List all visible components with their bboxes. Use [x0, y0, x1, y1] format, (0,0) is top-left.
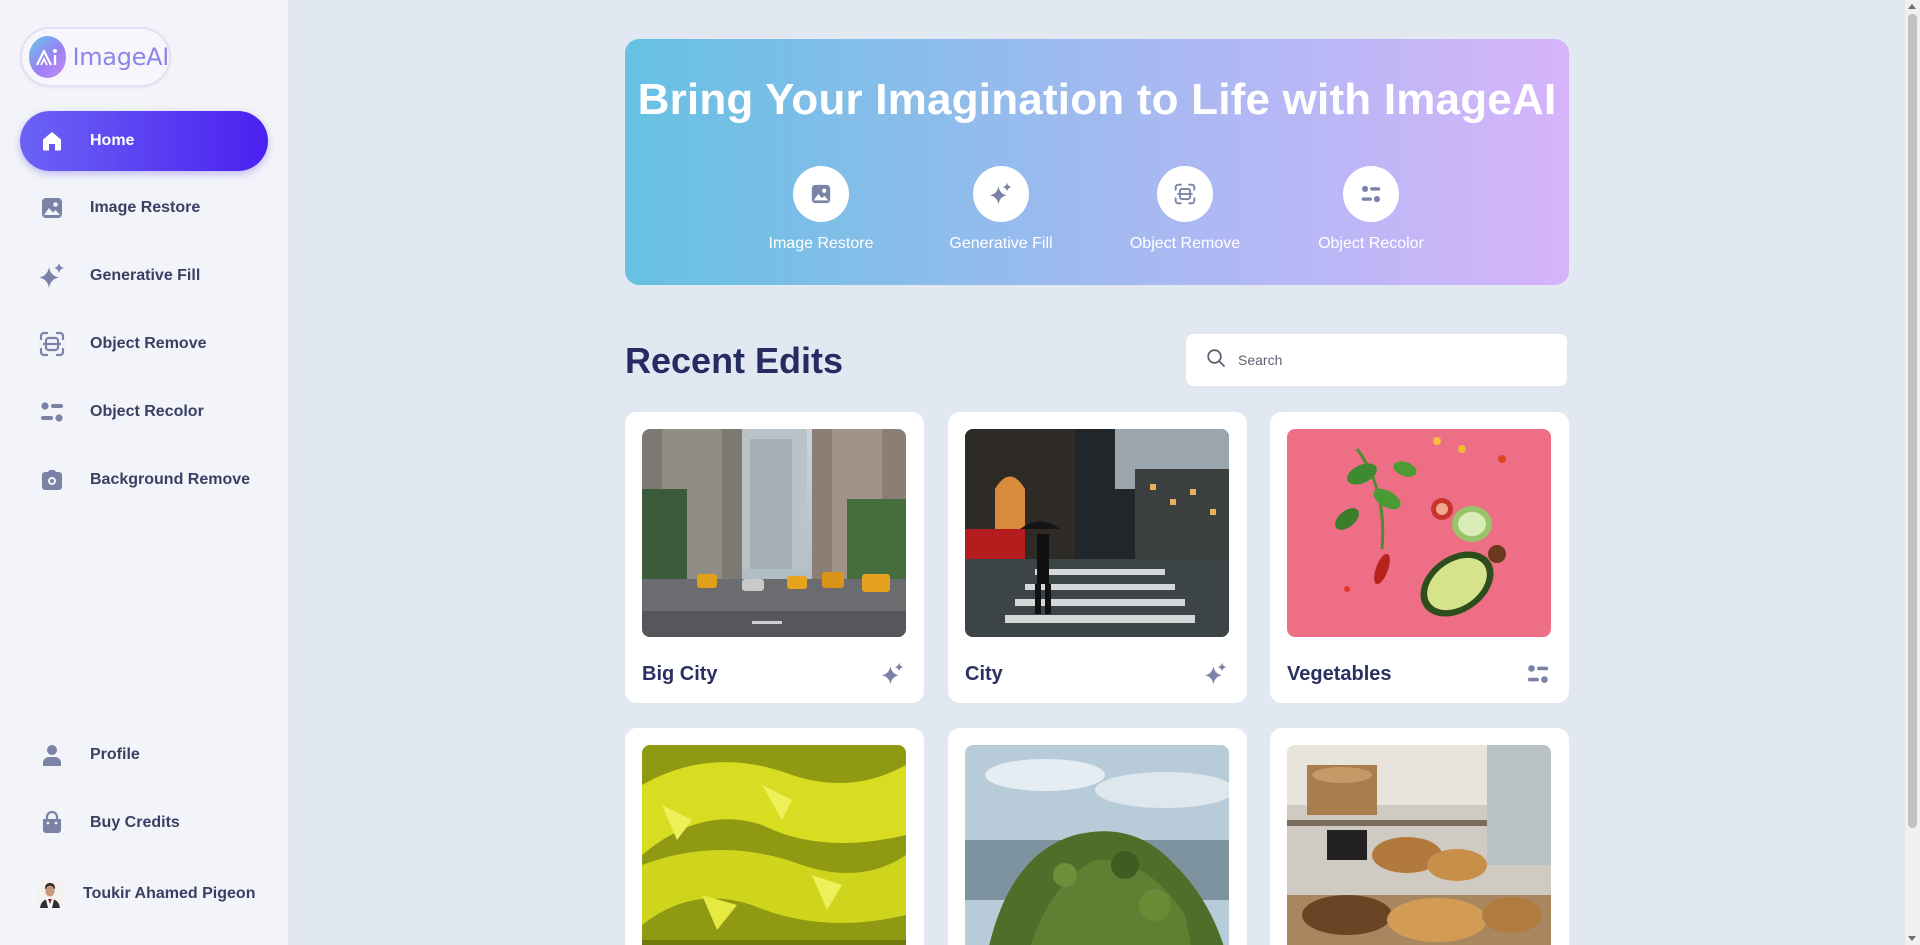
- search-box[interactable]: [1185, 333, 1568, 387]
- sidebar-item-generative-fill[interactable]: Generative Fill: [20, 246, 268, 306]
- card-title: City: [965, 663, 1003, 685]
- bag-icon: [37, 808, 67, 838]
- edit-card-6[interactable]: [1270, 728, 1569, 945]
- sidebar-item-object-recolor[interactable]: Object Recolor: [20, 382, 268, 442]
- sparkles-icon: [1202, 660, 1230, 688]
- hero-banner: Bring Your Imagination to Life with Imag…: [625, 39, 1569, 285]
- avatar: [37, 880, 63, 908]
- logo-icon: [29, 36, 67, 78]
- sidebar-item-profile[interactable]: Profile: [20, 725, 268, 785]
- search-input[interactable]: [1238, 352, 1538, 368]
- sidebar-item-label: Image Restore: [90, 199, 201, 216]
- edit-card-5[interactable]: [948, 728, 1247, 945]
- edit-card-city[interactable]: City: [948, 412, 1247, 703]
- sidebar-item-label: Profile: [90, 746, 140, 763]
- edit-card-4[interactable]: [625, 728, 924, 945]
- hero-tool-object-recolor[interactable]: Object Recolor: [1311, 166, 1431, 253]
- hero-tool-label: Image Restore: [768, 235, 874, 252]
- hero-tool-label: Object Recolor: [1318, 235, 1424, 252]
- user-name: Toukir Ahamed Pigeon: [83, 885, 256, 902]
- user-icon: [37, 740, 67, 770]
- edit-card-vegetables[interactable]: Vegetables: [1270, 412, 1569, 703]
- sparkles-icon: [973, 166, 1029, 222]
- sparkles-icon: [37, 261, 67, 291]
- scroll-up-icon[interactable]: [1908, 4, 1916, 9]
- sidebar-item-label: Buy Credits: [90, 814, 180, 831]
- card-thumbnail[interactable]: [1287, 745, 1551, 945]
- brand-name: ImageAI: [72, 43, 169, 71]
- brand-logo[interactable]: ImageAI: [20, 27, 171, 87]
- hero-title: Bring Your Imagination to Life with Imag…: [637, 75, 1557, 124]
- user-profile[interactable]: Toukir Ahamed Pigeon: [37, 880, 255, 908]
- hero-tool-generative-fill[interactable]: Generative Fill: [941, 166, 1061, 253]
- sidebar-item-label: Generative Fill: [90, 267, 201, 284]
- hero-tool-object-remove[interactable]: Object Remove: [1125, 166, 1245, 253]
- scan-icon: [37, 329, 67, 359]
- search-icon: [1206, 348, 1226, 373]
- edit-card-big-city[interactable]: Big City: [625, 412, 924, 703]
- sidebar: ImageAI Home Image Restore Generative Fi…: [0, 0, 289, 945]
- image-icon: [37, 193, 67, 223]
- sidebar-item-label: Object Recolor: [90, 403, 204, 420]
- hero-tool-label: Generative Fill: [949, 235, 1053, 252]
- scan-icon: [1157, 166, 1213, 222]
- card-thumbnail[interactable]: [642, 745, 906, 945]
- card-title: Vegetables: [1287, 663, 1392, 685]
- home-icon: [37, 126, 67, 156]
- card-thumbnail[interactable]: [1287, 429, 1551, 637]
- camera-icon: [37, 465, 67, 495]
- card-thumbnail[interactable]: [965, 745, 1229, 945]
- sidebar-item-label: Home: [90, 132, 135, 149]
- sidebar-item-label: Background Remove: [90, 471, 251, 488]
- sidebar-item-label: Object Remove: [90, 335, 207, 352]
- hero-tool-image-restore[interactable]: Image Restore: [761, 166, 881, 253]
- card-title: Big City: [642, 663, 718, 685]
- sliders-icon: [1343, 166, 1399, 222]
- sidebar-item-home[interactable]: Home: [20, 111, 268, 171]
- card-thumbnail[interactable]: [965, 429, 1229, 637]
- sidebar-item-buy-credits[interactable]: Buy Credits: [20, 793, 268, 853]
- page-scrollbar[interactable]: [1905, 0, 1920, 945]
- recent-edits-title: Recent Edits: [625, 340, 844, 381]
- sidebar-item-image-restore[interactable]: Image Restore: [20, 178, 268, 238]
- scroll-down-icon[interactable]: [1908, 936, 1916, 941]
- card-thumbnail[interactable]: [642, 429, 906, 637]
- image-icon: [793, 166, 849, 222]
- sparkles-icon: [879, 660, 907, 688]
- sliders-icon: [37, 397, 67, 427]
- scroll-thumb[interactable]: [1908, 14, 1917, 828]
- sidebar-item-object-remove[interactable]: Object Remove: [20, 314, 268, 374]
- sliders-icon: [1524, 660, 1552, 688]
- hero-tool-label: Object Remove: [1129, 235, 1241, 252]
- sidebar-item-background-remove[interactable]: Background Remove: [20, 450, 268, 510]
